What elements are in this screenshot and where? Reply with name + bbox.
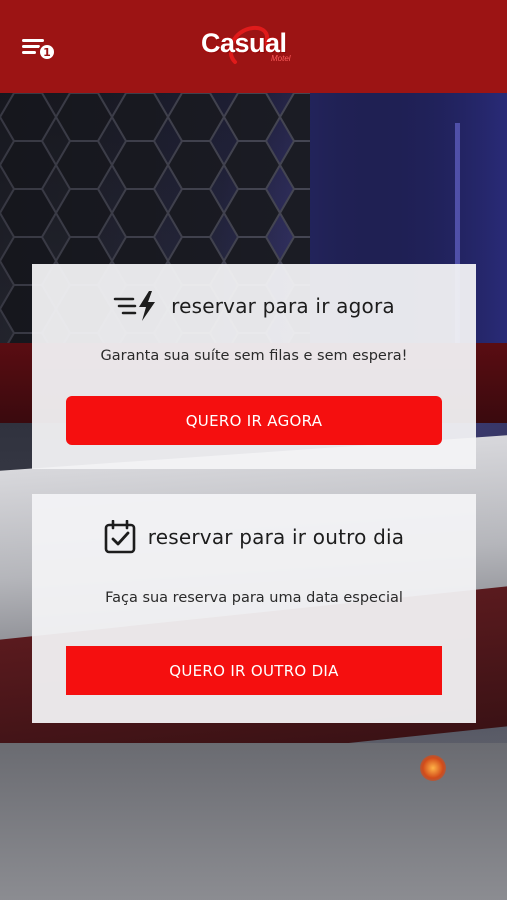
go-other-day-button[interactable]: QUERO IR OUTRO DIA bbox=[66, 646, 442, 695]
hamburger-line bbox=[22, 51, 36, 54]
go-now-button[interactable]: QUERO IR AGORA bbox=[66, 396, 442, 445]
brand-logo: Casual Motel bbox=[201, 24, 311, 70]
hamburger-menu-icon bbox=[22, 39, 44, 42]
notification-badge: 1 bbox=[38, 43, 56, 61]
app-header: 1 Casual Motel bbox=[0, 0, 507, 93]
lightning-speed-icon bbox=[113, 290, 159, 322]
reserve-other-day-title: reservar para ir outro dia bbox=[147, 525, 405, 549]
reserve-other-day-header: reservar para ir outro dia bbox=[32, 520, 476, 554]
menu-button[interactable]: 1 bbox=[22, 36, 62, 66]
reserve-other-day-description: Faça sua reserva para uma data especial bbox=[105, 590, 403, 606]
reserve-now-title: reservar para ir agora bbox=[171, 294, 395, 318]
hamburger-line bbox=[22, 45, 40, 48]
reserve-other-day-card: reservar para ir outro dia Faça sua rese… bbox=[32, 494, 476, 723]
reserve-now-header: reservar para ir agora bbox=[32, 290, 476, 322]
reserve-now-description: Garanta sua suíte sem filas e sem espera… bbox=[100, 348, 408, 364]
logo-subtext: Motel bbox=[271, 54, 291, 63]
calendar-check-icon bbox=[104, 520, 136, 554]
reserve-now-card: reservar para ir agora Garanta sua suíte… bbox=[32, 264, 476, 469]
floor-lamp bbox=[420, 755, 446, 781]
